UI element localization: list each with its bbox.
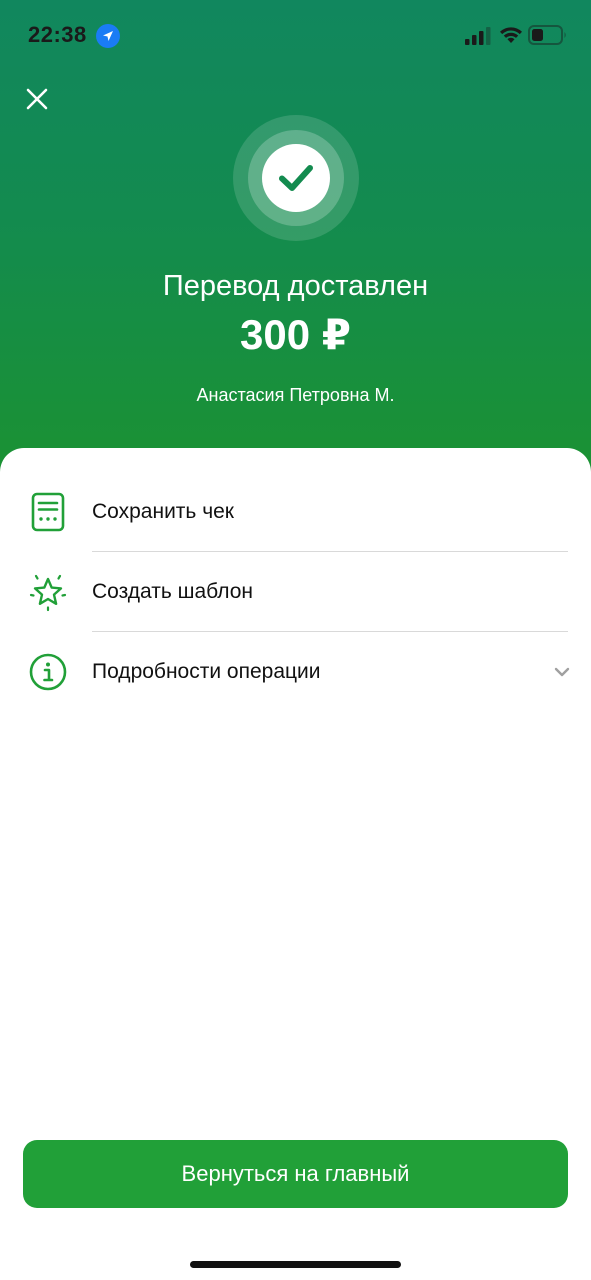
close-icon (26, 88, 48, 110)
close-button[interactable] (22, 84, 52, 114)
checkmark-icon (233, 115, 359, 241)
success-badge (233, 115, 359, 241)
chevron-down-icon[interactable] (553, 665, 571, 679)
return-home-button[interactable]: Вернуться на главный (23, 1140, 568, 1208)
home-indicator (190, 1261, 401, 1268)
status-time: 22:38 (28, 22, 87, 47)
operation-details-row[interactable]: Подробности операции (0, 632, 591, 712)
star-icon (29, 574, 67, 612)
save-receipt-label: Сохранить чек (92, 500, 234, 523)
create-template-label: Создать шаблон (92, 580, 254, 603)
receipt-icon (31, 492, 65, 532)
operation-details-label: Подробности операции (92, 660, 321, 683)
transfer-amount: 300 ₽ (240, 311, 351, 358)
wifi-icon (500, 27, 522, 43)
save-receipt-row[interactable]: Сохранить чек (0, 472, 591, 552)
battery-icon (528, 25, 566, 45)
create-template-row[interactable]: Создать шаблон (0, 552, 591, 632)
info-icon (29, 653, 67, 691)
status-bar: 22:38 (0, 0, 591, 70)
page-title: Перевод доставлен (162, 270, 429, 302)
location-arrow-icon (96, 24, 120, 48)
cellular-signal-icon (465, 27, 491, 45)
recipient-name: Анастасия Петровна М. (196, 385, 395, 405)
